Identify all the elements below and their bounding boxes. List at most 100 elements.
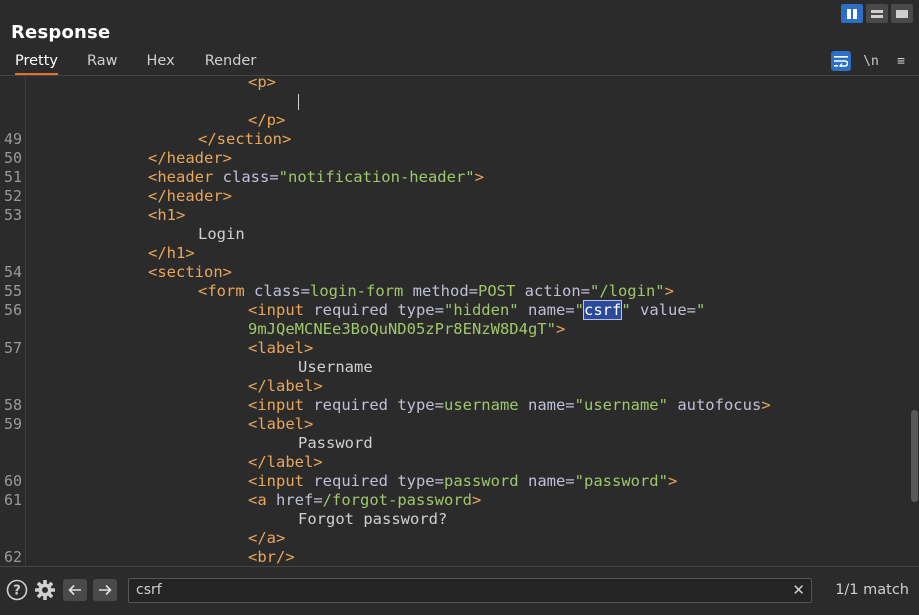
code-token: required type= bbox=[313, 472, 444, 490]
rows-icon bbox=[871, 9, 883, 18]
code-line: 60 <input required type=password name="pa… bbox=[0, 472, 909, 491]
search-highlight: csrf bbox=[582, 300, 623, 320]
code-line: 62 <br/> bbox=[0, 548, 909, 566]
code-token: "/login" bbox=[589, 282, 665, 300]
code-line: 51 <header class="notification-header"> bbox=[0, 168, 909, 187]
code-text: <label> bbox=[248, 415, 313, 434]
code-token: <input bbox=[248, 301, 314, 319]
code-text: </label> bbox=[248, 377, 323, 396]
clear-search-icon[interactable]: ✕ bbox=[792, 581, 805, 599]
code-token: > bbox=[555, 320, 566, 338]
code-token: "hidden" bbox=[443, 301, 528, 319]
code-token: <label> bbox=[248, 339, 314, 357]
text-caret bbox=[298, 93, 299, 110]
code-line: 57 <label> bbox=[0, 339, 909, 358]
code-text: <label> bbox=[248, 339, 313, 358]
code-text: Login bbox=[198, 225, 245, 244]
code-text: <input required type=password name="pass… bbox=[248, 472, 677, 491]
code-token: </section> bbox=[198, 130, 292, 148]
line-number: 49 bbox=[3, 130, 22, 148]
code-text: <br/> bbox=[248, 548, 295, 566]
menu-icon[interactable]: ≡ bbox=[891, 51, 911, 71]
code-token: POST bbox=[477, 282, 525, 300]
tab-hex[interactable]: Hex bbox=[147, 50, 175, 76]
code-line: 9mJQeMCNEe3BoQuND05zPr8ENzW8D4gT"> bbox=[0, 320, 909, 339]
layout-toggle-group bbox=[841, 4, 913, 23]
code-text: <p> bbox=[248, 76, 276, 92]
code-line: 53 <h1> bbox=[0, 206, 909, 225]
code-line: </label> bbox=[0, 453, 909, 472]
code-token: 9mJQeMCNEe3BoQuND05zPr8ENzW8D4gT" bbox=[248, 320, 556, 338]
code-token: Username bbox=[298, 358, 373, 376]
code-line bbox=[0, 92, 909, 111]
code-token: > bbox=[471, 491, 482, 509]
code-token: Login bbox=[198, 225, 245, 243]
code-token: " bbox=[621, 301, 640, 319]
search-settings-button[interactable] bbox=[33, 578, 57, 602]
panel-title: Response bbox=[11, 22, 111, 43]
line-number: 58 bbox=[3, 396, 22, 414]
scrollbar-thumb[interactable] bbox=[911, 410, 918, 502]
word-wrap-icon bbox=[834, 56, 848, 67]
code-token: username bbox=[443, 396, 528, 414]
code-token: </header> bbox=[148, 187, 232, 205]
arrow-right-icon bbox=[99, 584, 112, 596]
search-input-value: csrf bbox=[136, 582, 162, 598]
code-token: > bbox=[761, 396, 771, 414]
code-text: <form class=login-form method=POST actio… bbox=[198, 282, 674, 301]
code-token: " bbox=[696, 301, 706, 319]
code-token: <a bbox=[248, 491, 276, 509]
tab-raw[interactable]: Raw bbox=[87, 50, 118, 76]
code-token: "notification-header" bbox=[278, 168, 475, 186]
tab-pretty[interactable]: Pretty bbox=[15, 50, 59, 76]
previous-match-button[interactable] bbox=[63, 579, 87, 601]
code-line: 52 </header> bbox=[0, 187, 909, 206]
tab-render[interactable]: Render bbox=[205, 50, 257, 76]
response-code-editor[interactable]: <p> </p> 49 </section> 50 </header> 51 <header … bbox=[0, 76, 919, 566]
split-horizontal-layout-button[interactable] bbox=[841, 4, 863, 23]
code-token: " bbox=[574, 301, 584, 319]
code-line: 55 <form class=login-form method=POST act… bbox=[0, 282, 909, 301]
editor-toolbar: \n ≡ bbox=[831, 51, 911, 71]
code-text: Username bbox=[298, 358, 373, 377]
code-line: </a> bbox=[0, 529, 909, 548]
code-text: </p> bbox=[248, 111, 285, 130]
code-text: <a href=/forgot-password> bbox=[248, 491, 481, 510]
code-line: Forgot password? bbox=[0, 510, 909, 529]
code-text: </header> bbox=[148, 149, 232, 168]
code-token: required type= bbox=[313, 301, 444, 319]
response-panel-header: Response Pretty Raw Hex Render \n ≡ bbox=[0, 0, 919, 76]
code-token: <section> bbox=[148, 263, 232, 281]
search-input[interactable]: csrf ✕ bbox=[128, 578, 812, 603]
show-newlines-button[interactable]: \n bbox=[861, 51, 881, 71]
code-token: Password bbox=[298, 434, 373, 452]
code-line: <p> bbox=[0, 76, 909, 92]
code-token: > bbox=[474, 168, 484, 186]
vertical-scrollbar[interactable] bbox=[909, 76, 919, 566]
code-text: Forgot password? bbox=[298, 510, 447, 529]
code-token: /forgot-password bbox=[322, 491, 472, 509]
code-token: > bbox=[667, 472, 678, 490]
code-line: 58 <input required type=username name="us… bbox=[0, 396, 909, 415]
single-pane-layout-button[interactable] bbox=[891, 4, 913, 23]
code-text: Password bbox=[298, 434, 373, 453]
code-token: "password" bbox=[574, 472, 668, 490]
code-token: Forgot password? bbox=[298, 510, 448, 528]
help-button[interactable]: ? bbox=[5, 578, 29, 602]
split-vertical-layout-button[interactable] bbox=[866, 4, 888, 23]
code-line: Password bbox=[0, 434, 909, 453]
line-number: 59 bbox=[3, 415, 22, 433]
code-token: "username" bbox=[574, 396, 678, 414]
search-bar: ? csrf ✕ 1/1 match bbox=[0, 566, 919, 615]
code-line: 61 <a href=/forgot-password> bbox=[0, 491, 909, 510]
code-line: </label> bbox=[0, 377, 909, 396]
code-token: </p> bbox=[248, 111, 286, 129]
code-text: <input required type=username name="user… bbox=[248, 396, 771, 415]
code-token: href= bbox=[276, 491, 323, 509]
gear-icon bbox=[35, 580, 55, 600]
code-line: 59 <label> bbox=[0, 415, 909, 434]
word-wrap-button[interactable] bbox=[831, 51, 851, 71]
arrow-left-icon bbox=[68, 584, 81, 596]
line-number: 52 bbox=[3, 187, 22, 205]
next-match-button[interactable] bbox=[93, 579, 117, 601]
